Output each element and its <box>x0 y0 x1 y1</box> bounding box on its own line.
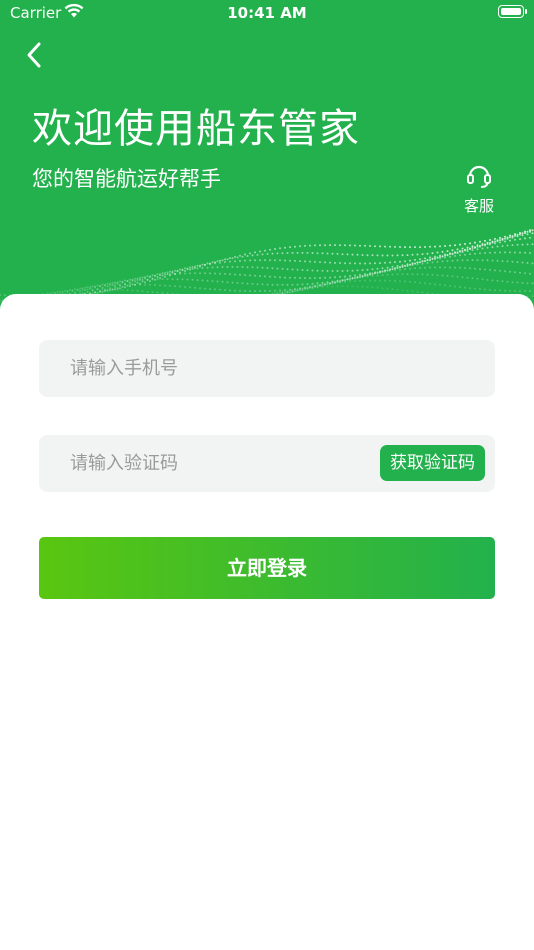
clock: 10:41 AM <box>227 4 307 22</box>
headset-icon <box>467 165 491 188</box>
phone-field-container <box>39 340 495 397</box>
service-label: 客服 <box>463 197 494 215</box>
page-subtitle: 您的智能航运好帮手 <box>32 167 221 191</box>
verification-code-input[interactable] <box>39 435 369 492</box>
chevron-left-icon <box>27 42 41 68</box>
code-field-container: 获取验证码 <box>39 435 495 492</box>
back-button[interactable] <box>18 38 52 72</box>
login-button[interactable]: 立即登录 <box>39 537 495 599</box>
page-title: 欢迎使用船东管家 <box>32 106 360 152</box>
battery-icon <box>498 5 527 18</box>
header: Carrier 10:41 AM 欢迎使用船东管家 您的智能航运好帮手 客服 <box>0 0 534 320</box>
phone-input[interactable] <box>39 340 495 397</box>
status-bar: Carrier 10:41 AM <box>0 0 534 28</box>
customer-service-button[interactable]: 客服 <box>456 160 502 216</box>
get-code-button[interactable]: 获取验证码 <box>380 445 485 481</box>
